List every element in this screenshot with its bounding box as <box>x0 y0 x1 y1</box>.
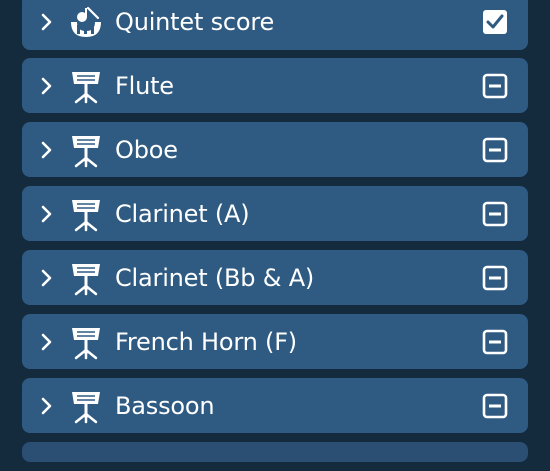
music-stand-icon <box>72 135 100 167</box>
layout-row-partial[interactable] <box>22 442 528 462</box>
layout-row-label: Flute <box>115 71 174 100</box>
layout-row-flute[interactable]: Flute <box>22 58 528 113</box>
layout-row-oboe[interactable]: Oboe <box>22 122 528 177</box>
chevron-right-icon[interactable] <box>38 333 56 351</box>
music-stand-icon <box>72 327 100 359</box>
layout-row-label: French Horn (F) <box>115 327 297 356</box>
chevron-right-icon[interactable] <box>38 141 56 159</box>
music-stand-icon <box>72 199 100 231</box>
music-stand-icon <box>72 263 100 295</box>
layout-row-clarinet-bb-a[interactable]: Clarinet (Bb & A) <box>22 250 528 305</box>
indeterminate-checkbox[interactable] <box>482 265 508 291</box>
layout-row-label: Clarinet (Bb & A) <box>115 263 315 292</box>
layout-row-label: Quintet score <box>115 8 275 36</box>
layout-row-quintet-score[interactable]: Quintet score <box>22 0 528 50</box>
layout-row-label: Bassoon <box>115 391 215 420</box>
layout-row-bassoon[interactable]: Bassoon <box>22 378 528 433</box>
indeterminate-checkbox[interactable] <box>482 329 508 355</box>
layout-row-label: Clarinet (A) <box>115 199 250 228</box>
indeterminate-checkbox[interactable] <box>482 73 508 99</box>
chevron-right-icon[interactable] <box>38 205 56 223</box>
indeterminate-checkbox[interactable] <box>482 393 508 419</box>
chevron-right-icon[interactable] <box>38 397 56 415</box>
layout-row-clarinet-a[interactable]: Clarinet (A) <box>22 186 528 241</box>
layout-list: Quintet score Flute Oboe Clarinet (A) Cl… <box>22 0 528 471</box>
indeterminate-checkbox[interactable] <box>482 137 508 163</box>
score-icon <box>71 6 101 37</box>
checked-checkbox[interactable] <box>482 9 508 35</box>
chevron-right-icon[interactable] <box>38 13 56 31</box>
indeterminate-checkbox[interactable] <box>482 201 508 227</box>
layout-row-french-horn-f[interactable]: French Horn (F) <box>22 314 528 369</box>
chevron-right-icon[interactable] <box>38 269 56 287</box>
chevron-right-icon[interactable] <box>38 77 56 95</box>
layout-row-label: Oboe <box>115 135 178 164</box>
music-stand-icon <box>72 71 100 103</box>
music-stand-icon <box>72 391 100 423</box>
